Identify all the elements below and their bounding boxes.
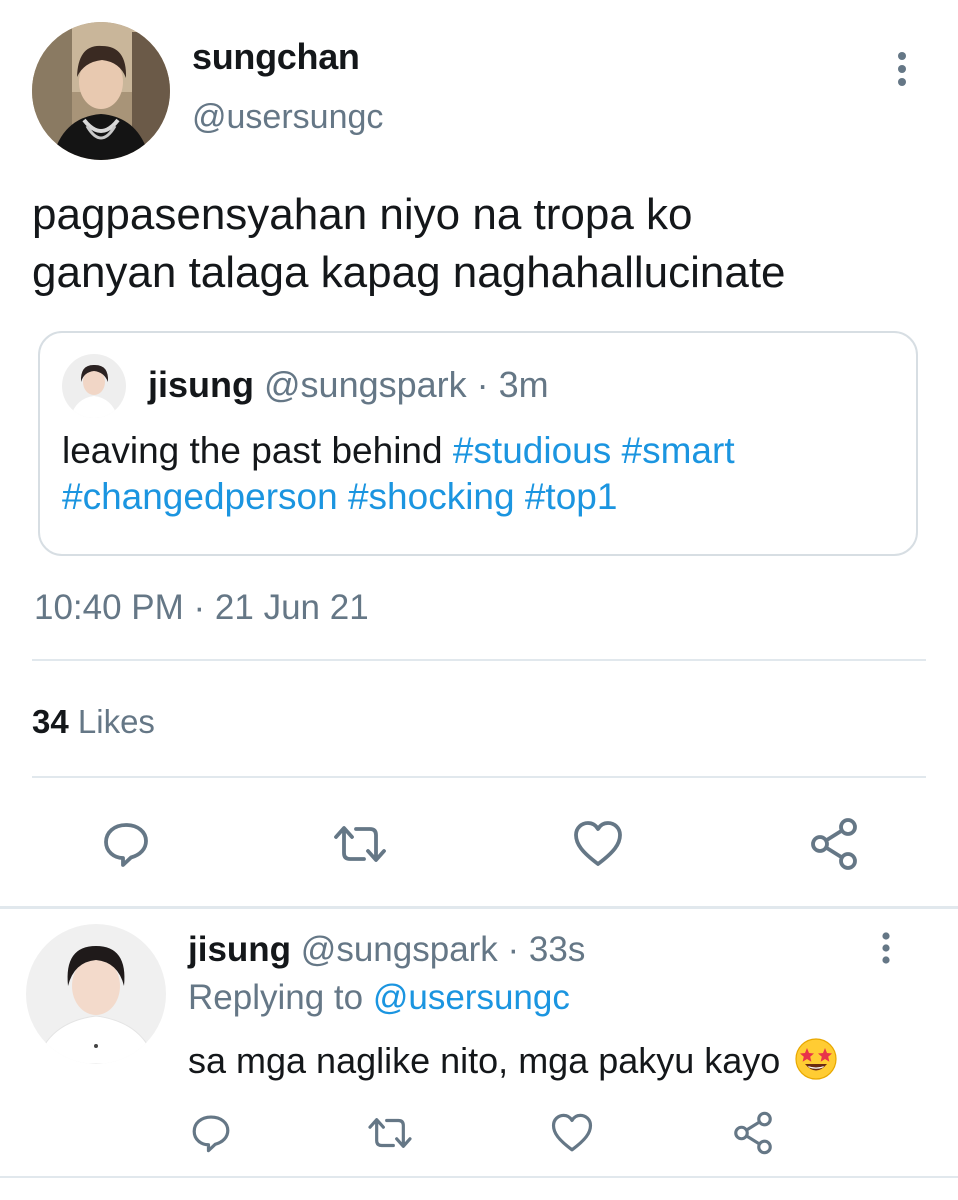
hashtag-link[interactable]: #changedperson [62,476,338,517]
divider [32,776,926,778]
divider [32,659,926,661]
divider [0,1176,958,1178]
like-icon[interactable] [548,1110,596,1156]
likes-summary[interactable]: 34 Likes [32,703,155,741]
reply-text: sa mga naglike nito, mga pakyu kayo [188,1037,838,1082]
author-handle[interactable]: @usersungc [192,98,383,137]
more-vertical-icon[interactable] [872,930,900,968]
share-icon[interactable] [728,1108,778,1158]
quoted-tweet-header: jisung @sungspark · 3m [148,364,549,406]
share-icon[interactable] [804,814,864,874]
reply-text-content: sa mga naglike nito, mga pakyu kayo [188,1040,781,1081]
quoted-author-name[interactable]: jisung [148,364,254,405]
hashtag-link[interactable]: #shocking [348,476,515,517]
reply-header: jisung @sungspark · 33s [188,930,585,970]
hashtag-link[interactable]: #smart [622,430,735,471]
replying-to: Replying to @usersungc [188,978,570,1018]
section-divider [0,906,958,909]
quoted-author-handle-time: @sungspark · 3m [264,364,549,405]
avatar-jisung-quote [62,354,126,418]
reply-author-name[interactable]: jisung [188,930,291,969]
retweet-icon[interactable] [330,816,390,872]
tweet-timestamp[interactable]: 10:40 PM · 21 Jun 21 [34,588,369,628]
quoted-tweet-text: leaving the past behind #studious #smart… [62,428,902,520]
retweet-icon[interactable] [364,1110,416,1156]
hashtag-link[interactable]: #studious [453,430,611,471]
tweet-text-line: pagpasensyahan niyo na tropa ko [32,190,693,239]
quoted-text-line-2: #changedperson #shocking #top1 [62,474,902,520]
quoted-text-plain: leaving the past behind [62,430,453,471]
quoted-text-line-1: leaving the past behind #studious #smart [62,428,902,474]
likes-count: 34 [32,703,69,740]
reply-icon[interactable] [98,816,154,872]
replying-to-prefix: Replying to [188,978,373,1017]
replying-to-mention[interactable]: @usersungc [373,978,570,1017]
like-icon[interactable] [570,816,626,872]
author-display-name[interactable]: sungchan [192,36,360,78]
more-vertical-icon[interactable] [888,50,916,90]
reply-author-handle-time: @sungspark · 33s [300,930,586,969]
reply-icon[interactable] [188,1110,234,1156]
star-struck-emoji [794,1037,838,1081]
avatar-jisung-reply[interactable] [26,924,166,1064]
likes-label: Likes [77,703,155,740]
hashtag-link[interactable]: #top1 [525,476,618,517]
tweet-text-line: ganyan talaga kapag naghahallucinate [32,248,786,297]
tweet-text: pagpasensyahan niyo na tropa ko ganyan t… [32,186,932,302]
avatar-sungchan[interactable] [32,22,170,160]
